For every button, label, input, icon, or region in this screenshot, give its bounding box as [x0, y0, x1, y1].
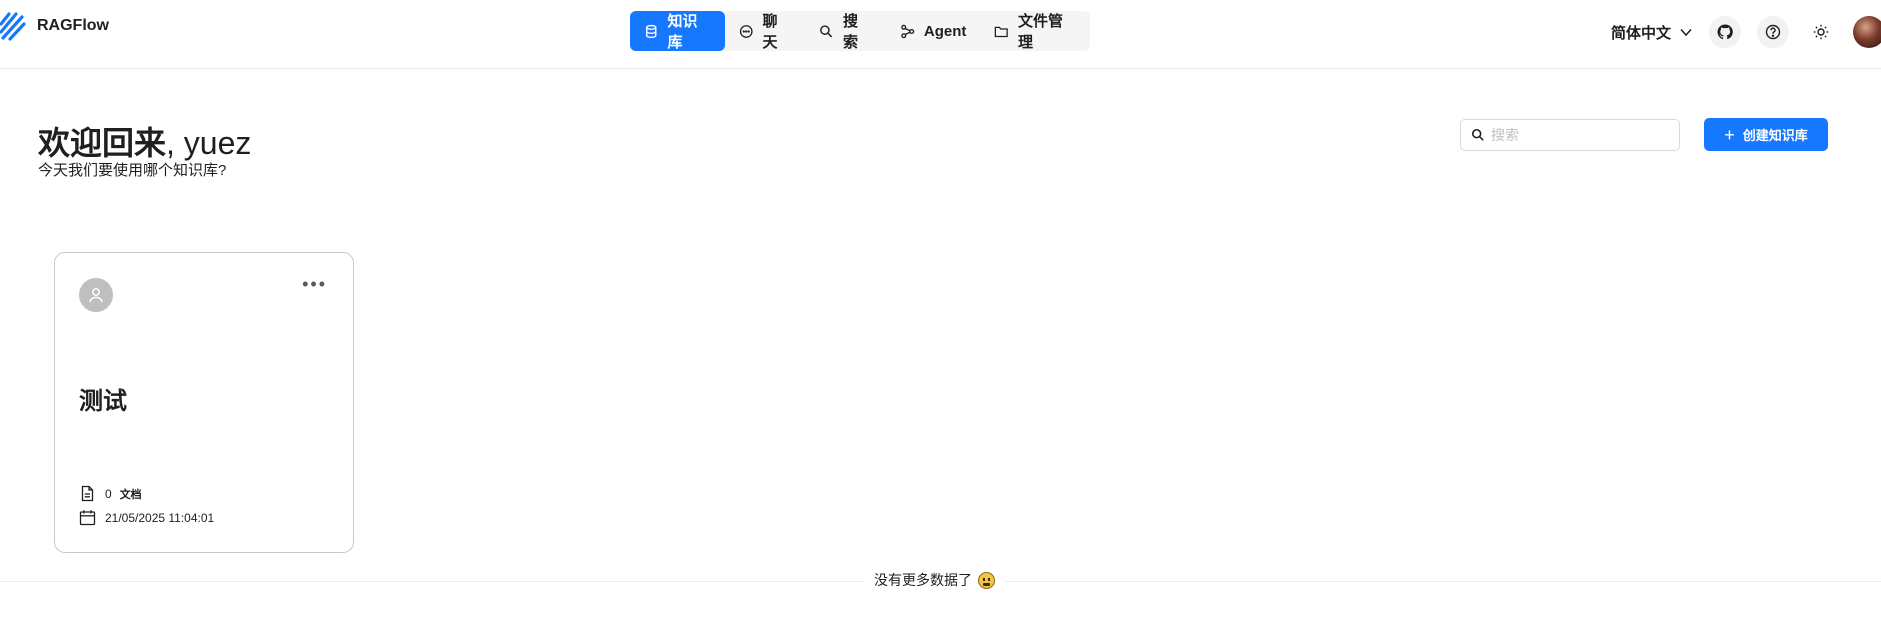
- user-avatar[interactable]: [1853, 16, 1881, 48]
- create-button-label: 创建知识库: [1742, 128, 1808, 143]
- agent-icon: [901, 24, 915, 38]
- doc-count-label: 文档: [119, 488, 142, 501]
- search-box[interactable]: [1460, 119, 1680, 151]
- help-icon: [1765, 24, 1781, 40]
- chat-icon: [739, 24, 753, 38]
- nav-item-agent[interactable]: Agent: [886, 11, 981, 51]
- card-updated-date: 21/05/2025 11:04:01: [79, 509, 214, 526]
- nav-item-label: 文件管理: [1017, 13, 1063, 51]
- nav-item-label: Agent: [923, 22, 967, 40]
- nav-item-chat[interactable]: 聊天: [725, 11, 805, 51]
- welcome-username: , yuez: [166, 125, 252, 161]
- folder-icon: [995, 26, 1009, 37]
- page-subtitle: 今天我们要使用哪个知识库?: [38, 162, 227, 179]
- nav-item-label: 知识库: [667, 13, 698, 51]
- database-icon: [646, 24, 657, 38]
- language-label: 简体中文: [1610, 24, 1671, 42]
- no-more-data: 没有更多数据了: [864, 570, 1005, 590]
- nav-item-search[interactable]: 搜索: [805, 11, 885, 51]
- nav-item-label: 聊天: [762, 13, 778, 51]
- header-actions: 简体中文: [1611, 14, 1881, 50]
- main-nav: 知识库 聊天 搜索 Agent 文件管理: [630, 11, 1090, 51]
- create-knowledge-base-button[interactable]: + 创建知识库: [1704, 118, 1828, 151]
- nav-item-label: 搜索: [842, 13, 858, 51]
- search-icon: [1471, 128, 1484, 141]
- no-more-data-label: 没有更多数据了: [874, 572, 972, 588]
- card-title: 测试: [79, 388, 127, 415]
- theme-toggle-button[interactable]: [1805, 16, 1837, 48]
- welcome-prefix: 欢迎回来: [38, 125, 167, 161]
- app-name: RAGFlow: [37, 17, 109, 34]
- updated-date-value: 21/05/2025 11:04:01: [105, 510, 215, 525]
- top-header: RAGFlow 知识库 聊天 搜索 Agent 文件管理 简体中文: [0, 0, 1881, 69]
- calendar-icon: [79, 510, 96, 526]
- card-doc-count: 0 文档: [79, 485, 142, 502]
- nav-item-file-manager[interactable]: 文件管理: [980, 11, 1090, 51]
- grimace-emoji-icon: [978, 571, 995, 589]
- ragflow-logo-icon: [0, 12, 26, 41]
- nav-item-knowledge-base[interactable]: 知识库: [630, 11, 726, 51]
- help-button[interactable]: [1757, 16, 1789, 48]
- app-logo[interactable]: RAGFlow: [0, 10, 109, 42]
- chevron-down-icon: [1680, 28, 1692, 37]
- language-select[interactable]: 简体中文: [1611, 22, 1693, 43]
- search-icon: [820, 24, 833, 37]
- sun-icon: [1813, 24, 1829, 40]
- knowledge-base-card[interactable]: ••• 测试 0 文档 21/05/2025 11:04:01: [54, 252, 354, 553]
- more-options-icon[interactable]: •••: [302, 275, 327, 293]
- page-title: 欢迎回来, yuez: [38, 118, 251, 164]
- card-avatar: [79, 278, 113, 312]
- search-input[interactable]: [1491, 127, 1671, 143]
- document-icon: [81, 485, 94, 502]
- github-button[interactable]: [1709, 16, 1741, 48]
- user-icon: [89, 288, 103, 303]
- doc-count-value: 0: [105, 486, 112, 501]
- plus-icon: +: [1724, 124, 1735, 145]
- github-icon: [1717, 24, 1733, 40]
